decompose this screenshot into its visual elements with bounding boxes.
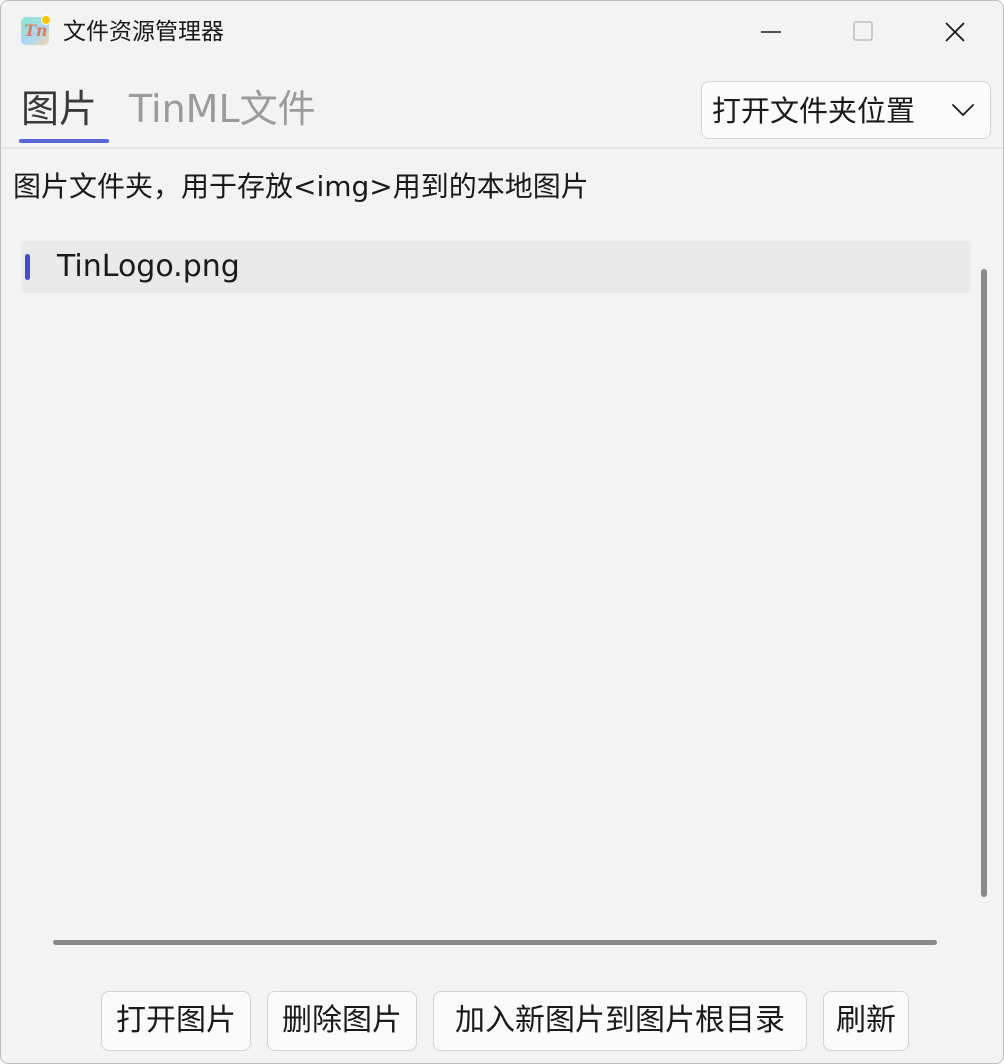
maximize-button[interactable] [835, 5, 891, 59]
vertical-scrollbar[interactable] [981, 269, 987, 897]
dropdown-label: 打开文件夹位置 [712, 94, 916, 128]
file-list[interactable]: TinLogo.png [21, 241, 971, 931]
chevron-down-icon [952, 104, 974, 116]
add-image-button[interactable]: 加入新图片到图片根目录 [433, 991, 807, 1051]
file-manager-window: Tn 文件资源管理器 图片 TinML文件 打开文件夹位置 图片文件夹，用于存放… [0, 0, 1004, 1064]
refresh-button[interactable]: 刷新 [823, 991, 909, 1051]
horizontal-scrollbar[interactable] [53, 940, 937, 945]
file-name: TinLogo.png [57, 249, 240, 284]
minimize-button[interactable] [743, 5, 799, 59]
maximize-icon [853, 21, 873, 41]
close-icon [945, 22, 965, 42]
minimize-icon [761, 31, 781, 33]
tab-tinml-files[interactable]: TinML文件 [129, 85, 316, 133]
selection-indicator [25, 254, 30, 280]
open-image-button[interactable]: 打开图片 [101, 991, 251, 1051]
app-icon: Tn [21, 15, 51, 45]
tab-divider [1, 147, 1003, 149]
window-title: 文件资源管理器 [63, 19, 224, 45]
close-button[interactable] [927, 5, 983, 59]
tab-images[interactable]: 图片 [21, 85, 97, 133]
active-tab-indicator [19, 139, 109, 143]
delete-image-button[interactable]: 删除图片 [267, 991, 417, 1051]
title-bar[interactable]: Tn 文件资源管理器 [1, 1, 1003, 63]
folder-description: 图片文件夹，用于存放<img>用到的本地图片 [13, 170, 589, 203]
open-folder-location-dropdown[interactable]: 打开文件夹位置 [701, 81, 991, 139]
list-item[interactable]: TinLogo.png [21, 241, 971, 293]
